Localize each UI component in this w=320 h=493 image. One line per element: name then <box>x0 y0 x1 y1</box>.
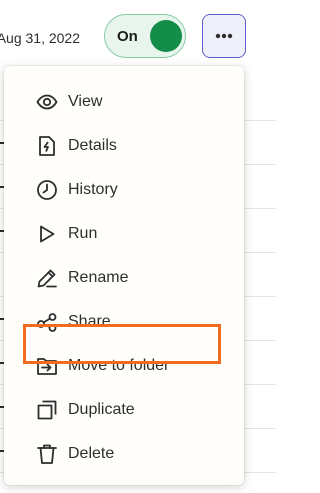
more-actions-button[interactable] <box>202 14 246 58</box>
rename-highlight-box <box>23 324 221 364</box>
menu-item-view[interactable]: View <box>24 82 224 122</box>
play-icon <box>36 223 58 245</box>
duplicate-icon <box>36 399 58 421</box>
menu-item-history[interactable]: History <box>24 170 224 210</box>
menu-item-rename[interactable]: Rename <box>24 258 224 298</box>
toggle-knob <box>150 20 182 52</box>
document-bolt-icon <box>36 135 58 157</box>
menu-item-label: Delete <box>68 445 115 462</box>
menu-item-label: History <box>68 181 118 198</box>
on-off-toggle[interactable]: On <box>104 14 186 58</box>
menu-item-run[interactable]: Run <box>24 214 224 254</box>
actions-menu: View Details History Run Rename Share Mo… <box>4 66 244 485</box>
pencil-icon <box>36 267 58 289</box>
menu-item-label: Rename <box>68 269 129 286</box>
menu-item-label: Duplicate <box>68 401 135 418</box>
row-date: Aug 31, 2022 <box>0 30 80 46</box>
menu-item-label: Run <box>68 225 98 242</box>
menu-item-details[interactable]: Details <box>24 126 224 166</box>
ellipsis-icon <box>215 33 233 39</box>
menu-item-delete[interactable]: Delete <box>24 434 224 474</box>
eye-icon <box>36 91 58 113</box>
menu-item-label: Details <box>68 137 117 154</box>
trash-icon <box>36 443 58 465</box>
toggle-label: On <box>117 28 138 45</box>
clock-icon <box>36 179 58 201</box>
menu-item-duplicate[interactable]: Duplicate <box>24 390 224 430</box>
menu-item-label: View <box>68 93 103 110</box>
